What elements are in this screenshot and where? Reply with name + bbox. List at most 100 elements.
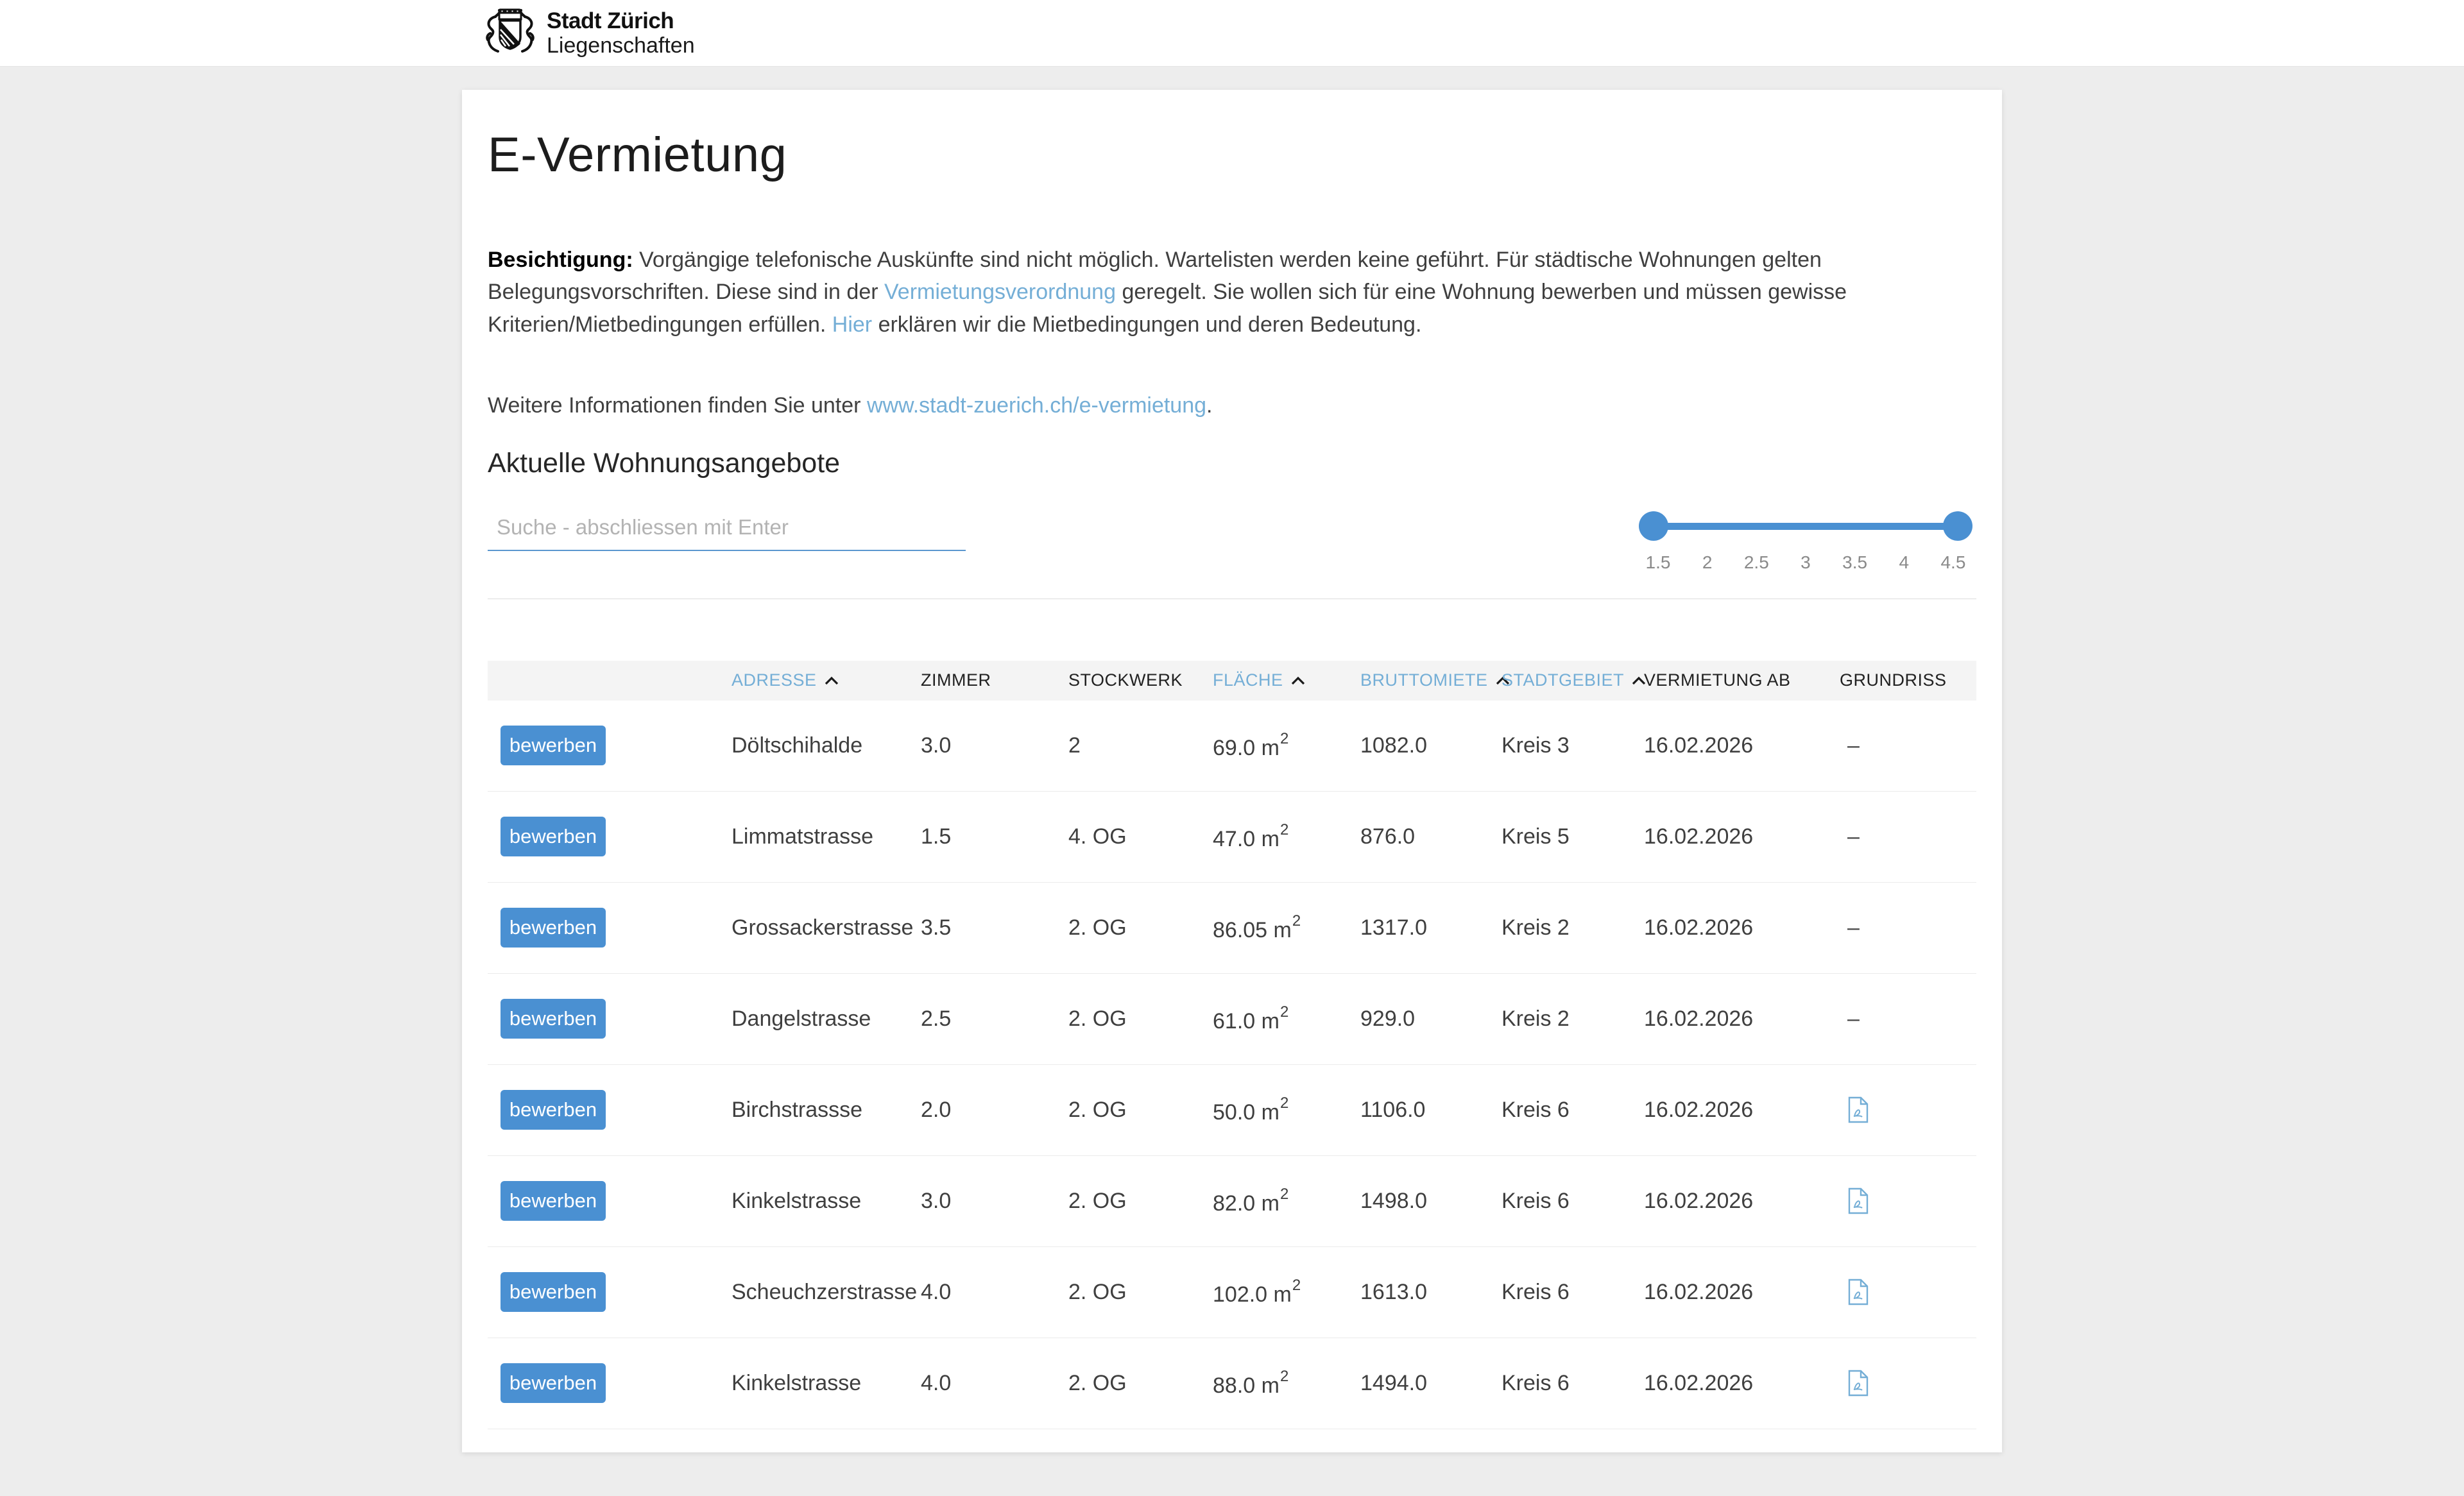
slider-tick-label: 4.5 — [1937, 552, 1970, 573]
flaeche-cell: 50.0 m2 — [1213, 1094, 1360, 1125]
action-cell: bewerben — [488, 817, 732, 856]
action-cell: bewerben — [488, 1363, 732, 1403]
zuerich-coat-of-arms-icon — [483, 8, 538, 59]
slider-labels: 1.522.533.544.5 — [1639, 552, 1972, 573]
bruttomiete-cell: 1494.0 — [1360, 1371, 1502, 1396]
slider-tick-label: 3 — [1789, 552, 1822, 573]
bewerben-button[interactable]: bewerben — [501, 726, 606, 765]
stadtgebiet-cell: Kreis 6 — [1502, 1098, 1644, 1123]
vermietungsverordnung-link[interactable]: Vermietungsverordnung — [884, 280, 1116, 304]
stadtgebiet-cell: Kreis 6 — [1502, 1189, 1644, 1214]
bruttomiete-cell: 929.0 — [1360, 1007, 1502, 1032]
grundriss-cell — [1840, 1096, 1976, 1123]
more-info-suffix: . — [1206, 393, 1212, 418]
adresse-cell: Dangelstrasse — [732, 1007, 921, 1032]
table-row: bewerben Grossackerstrasse 3.5 2. OG 86.… — [488, 883, 1976, 974]
bewerben-button[interactable]: bewerben — [501, 1363, 606, 1403]
filter-row: 1.522.533.544.5 — [488, 498, 1976, 563]
stadtgebiet-cell: Kreis 2 — [1502, 915, 1644, 940]
action-cell: bewerben — [488, 1090, 732, 1130]
slider-tick-label: 2.5 — [1740, 552, 1773, 573]
adresse-cell: Birchstrassse — [732, 1098, 921, 1123]
vermietung-ab-cell: 16.02.2026 — [1644, 824, 1840, 849]
flaeche-cell: 69.0 m2 — [1213, 730, 1360, 761]
search-input[interactable] — [488, 498, 966, 551]
vermietung-ab-cell: 16.02.2026 — [1644, 915, 1840, 940]
no-floorplan-dash: – — [1847, 733, 1860, 758]
pdf-file-icon[interactable] — [1847, 1279, 1869, 1305]
more-info-text: Weitere Informationen finden Sie unter — [488, 393, 867, 418]
column-header[interactable]: VERMIETUNG AB — [1644, 670, 1840, 690]
stadtgebiet-cell: Kreis 6 — [1502, 1371, 1644, 1396]
grundriss-cell: – — [1840, 915, 1976, 940]
intro-lead: Besichtigung: — [488, 248, 633, 272]
table-row: bewerben Kinkelstrasse 3.0 2. OG 82.0 m2… — [488, 1156, 1976, 1247]
column-header[interactable]: ADRESSE — [732, 670, 921, 690]
slider-track[interactable] — [1652, 523, 1960, 530]
column-header[interactable]: FLÄCHE — [1213, 670, 1360, 690]
bewerben-button[interactable]: bewerben — [501, 908, 606, 948]
sort-caret-up-icon — [1291, 676, 1305, 685]
stockwerk-cell: 2. OG — [1068, 1280, 1213, 1305]
more-info-line: Weitere Informationen finden Sie unter w… — [488, 393, 1976, 418]
flaeche-cell: 86.05 m2 — [1213, 912, 1360, 943]
stadt-zuerich-logo[interactable]: Stadt Zürich Liegenschaften — [483, 8, 695, 59]
sort-caret-up-icon — [825, 676, 839, 685]
slider-handle-max[interactable] — [1943, 511, 1972, 541]
bewerben-button[interactable]: bewerben — [501, 1090, 606, 1130]
stockwerk-cell: 2. OG — [1068, 1007, 1213, 1032]
bewerben-button[interactable]: bewerben — [501, 1272, 606, 1312]
column-header[interactable]: STOCKWERK — [1068, 670, 1213, 690]
zimmer-cell: 3.0 — [921, 733, 1068, 758]
pdf-file-icon[interactable] — [1847, 1370, 1869, 1397]
grundriss-cell — [1840, 1279, 1976, 1305]
no-floorplan-dash: – — [1847, 915, 1860, 940]
bruttomiete-cell: 1082.0 — [1360, 733, 1502, 758]
intro-text-3: erklären wir die Mietbedingungen und der… — [872, 312, 1421, 337]
slider-handle-min[interactable] — [1639, 511, 1668, 541]
pdf-file-icon[interactable] — [1847, 1096, 1869, 1123]
stockwerk-cell: 4. OG — [1068, 824, 1213, 849]
grundriss-cell: – — [1840, 1007, 1976, 1032]
stockwerk-cell: 2. OG — [1068, 1098, 1213, 1123]
bewerben-button[interactable]: bewerben — [501, 817, 606, 856]
vermietung-ab-cell: 16.02.2026 — [1644, 1280, 1840, 1305]
bruttomiete-cell: 876.0 — [1360, 824, 1502, 849]
bewerben-button[interactable]: bewerben — [501, 999, 606, 1039]
flaeche-cell: 88.0 m2 — [1213, 1368, 1360, 1398]
stadtgebiet-cell: Kreis 2 — [1502, 1007, 1644, 1032]
stockwerk-cell: 2 — [1068, 733, 1213, 758]
pdf-file-icon[interactable] — [1847, 1187, 1869, 1214]
stadt-zuerich-url-link[interactable]: www.stadt-zuerich.ch/e-vermietung — [867, 393, 1206, 418]
grundriss-cell: – — [1840, 824, 1976, 849]
hier-link[interactable]: Hier — [832, 312, 872, 337]
logo-title: Stadt Zürich — [547, 8, 695, 33]
flaeche-cell: 61.0 m2 — [1213, 1003, 1360, 1034]
adresse-cell: Limmatstrasse — [732, 824, 921, 849]
table-row: bewerben Döltschihalde 3.0 2 69.0 m2 108… — [488, 701, 1976, 792]
vermietung-ab-cell: 16.02.2026 — [1644, 1371, 1840, 1396]
vermietung-ab-cell: 16.02.2026 — [1644, 733, 1840, 758]
rooms-range-slider: 1.522.533.544.5 — [1639, 498, 1972, 573]
table-row: bewerben Limmatstrasse 1.5 4. OG 47.0 m2… — [488, 792, 1976, 883]
bruttomiete-cell: 1106.0 — [1360, 1098, 1502, 1123]
grundriss-cell — [1840, 1370, 1976, 1397]
grundriss-cell: – — [1840, 733, 1976, 758]
column-header[interactable]: GRUNDRISS — [1840, 670, 1976, 690]
zimmer-cell: 4.0 — [921, 1280, 1068, 1305]
page-title: E-Vermietung — [488, 127, 1976, 183]
table-header-row: ADRESSE ZIMMER STOCKWERK — [488, 661, 1976, 701]
table-row: bewerben Scheuchzerstrasse 4.0 2. OG 102… — [488, 1247, 1976, 1338]
column-header[interactable]: STADTGEBIET — [1502, 670, 1644, 690]
stockwerk-cell: 2. OG — [1068, 915, 1213, 940]
bewerben-button[interactable]: bewerben — [501, 1181, 606, 1221]
column-header[interactable]: ZIMMER — [921, 670, 1068, 690]
content-card: E-Vermietung Besichtigung: Vorgängige te… — [462, 90, 2002, 1452]
table-row: bewerben Kinkelstrasse 4.0 2. OG 88.0 m2… — [488, 1338, 1976, 1429]
stockwerk-cell: 2. OG — [1068, 1189, 1213, 1214]
zimmer-cell: 3.5 — [921, 915, 1068, 940]
section-title: Aktuelle Wohnungsangebote — [488, 448, 1976, 479]
slider-tick-label: 1.5 — [1641, 552, 1675, 573]
column-header[interactable]: BRUTTOMIETE — [1360, 670, 1502, 690]
zimmer-cell: 2.0 — [921, 1098, 1068, 1123]
